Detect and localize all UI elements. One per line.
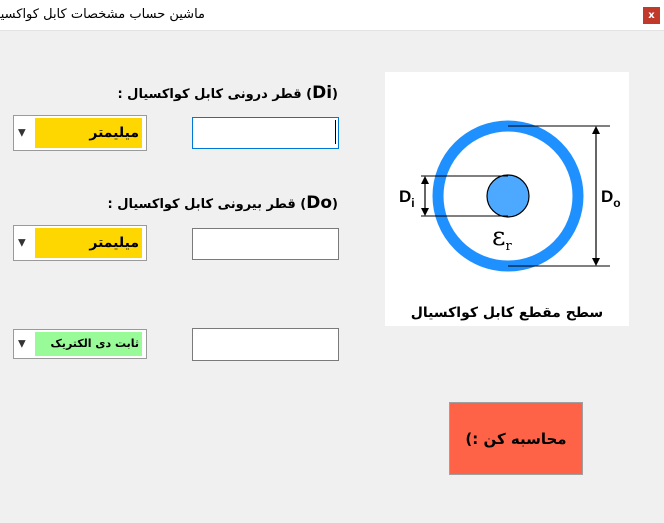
close-button[interactable]: x (643, 7, 660, 24)
chevron-down-icon: ▼ (18, 237, 26, 249)
inner-conductor-core (486, 174, 530, 218)
outer-diameter-label: (Do) قطر بیرونی کابل کواکسیال : (107, 193, 338, 213)
dielectric-input[interactable] (192, 328, 339, 361)
outer-diameter-input[interactable] (192, 228, 339, 260)
window-title: ماشین حساب مشخصات کابل کواکسیال (0, 7, 205, 22)
svg-text:Di: Di (399, 187, 415, 210)
title-bar: ماشین حساب مشخصات کابل کواکسیال x (0, 0, 664, 31)
outer-diameter-unit-value: میلیمتر (35, 228, 142, 258)
calculate-button[interactable]: محاسبه کن :) (449, 402, 583, 475)
inner-diameter-symbol: Di (312, 83, 333, 103)
text-caret (335, 120, 336, 144)
coax-cross-section-diagram: Di Do εr سطح مقطع کابل کواکسیال (385, 72, 629, 326)
inner-diameter-unit-select[interactable]: ▼ میلیمتر (13, 115, 147, 151)
dielectric-select[interactable]: ▼ ثابت دی الکتریک (13, 329, 147, 359)
outer-diameter-symbol: Do (306, 193, 333, 213)
chevron-down-icon: ▼ (18, 338, 26, 350)
inner-diameter-label: (Di) قطر درونی کابل کواکسیال : (117, 83, 338, 103)
svg-text:εr: εr (492, 222, 512, 254)
inner-diameter-input[interactable] (192, 117, 339, 149)
chevron-down-icon: ▼ (18, 127, 26, 139)
dielectric-select-value: ثابت دی الکتریک (35, 332, 142, 356)
svg-text:Do: Do (601, 187, 621, 210)
diagram-caption: سطح مقطع کابل کواکسیال (411, 305, 603, 321)
outer-diameter-unit-select[interactable]: ▼ میلیمتر (13, 225, 147, 261)
inner-diameter-unit-value: میلیمتر (35, 118, 142, 148)
